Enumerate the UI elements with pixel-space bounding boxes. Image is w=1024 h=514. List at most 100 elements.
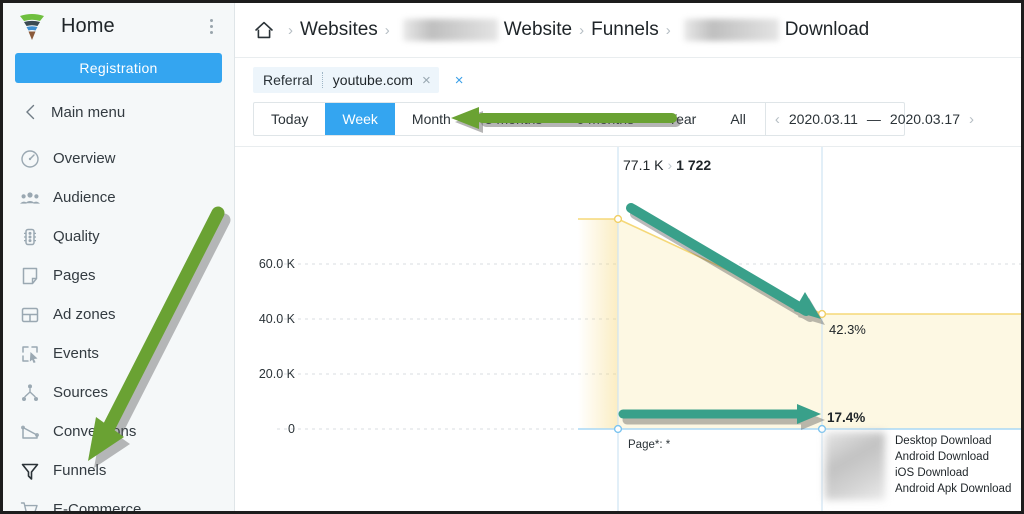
funnel-logo-icon xyxy=(15,9,49,43)
breadcrumb: › Websites › Website › Funnels › Downloa… xyxy=(235,3,1021,58)
sidebar-item-e-commerce[interactable]: E-Commerce xyxy=(3,490,234,514)
date-tab-today[interactable]: Today xyxy=(254,103,325,135)
clear-filters-icon[interactable]: × xyxy=(455,73,464,88)
next-period-icon[interactable]: › xyxy=(969,111,974,128)
range-start: 2020.03.11 xyxy=(789,111,858,127)
sidebar-nav: Overview Audience Quality Pages xyxy=(3,139,234,514)
sidebar-item-label: Ad zones xyxy=(53,306,116,323)
sidebar-item-label: E-Commerce xyxy=(53,501,141,514)
date-tab-label: Week xyxy=(342,111,378,127)
sidebar: Home Registration Main menu Overview xyxy=(3,3,235,511)
chart-value-tooltip: 77.1 K›1 722 xyxy=(623,157,711,173)
conversion-area-icon xyxy=(17,422,43,442)
app-window: Home Registration Main menu Overview xyxy=(0,0,1024,514)
filter-chip-key: Referral xyxy=(263,72,313,88)
chart-leadin-fade xyxy=(578,219,618,429)
breadcrumb-separator: › xyxy=(378,22,397,39)
conversion-percent-step3: 17.4% xyxy=(827,410,865,425)
sidebar-item-sources[interactable]: Sources xyxy=(3,373,234,412)
breadcrumb-separator: › xyxy=(572,22,591,39)
sidebar-item-label: Funnels xyxy=(53,462,106,479)
sidebar-item-funnels[interactable]: Funnels xyxy=(3,451,234,490)
date-tab-all[interactable]: All xyxy=(713,103,763,135)
page-icon xyxy=(17,266,43,286)
breadcrumb-separator: › xyxy=(281,22,300,39)
legend-entries: Desktop Download Android Download iOS Do… xyxy=(895,432,1011,497)
kebab-menu-icon[interactable] xyxy=(202,15,220,37)
main-panel: › Websites › Website › Funnels › Downloa… xyxy=(235,3,1021,511)
node-tree-icon xyxy=(17,383,43,403)
y-tick-label: 20.0 K xyxy=(235,367,295,381)
sidebar-item-label: Sources xyxy=(53,384,108,401)
sidebar-item-events[interactable]: Events xyxy=(3,334,234,373)
layout-grid-icon xyxy=(17,305,43,325)
funnel-chart: 60.0 K 40.0 K 20.0 K 0 77.1 K›1 722 42.3… xyxy=(235,146,1021,511)
tooltip-end-value: 1 722 xyxy=(676,157,711,173)
range-end: 2020.03.17 xyxy=(890,111,960,127)
sidebar-item-audience[interactable]: Audience xyxy=(3,178,234,217)
cursor-select-icon xyxy=(17,344,43,364)
legend-entry: Desktop Download xyxy=(895,434,1011,449)
date-tab-3-months[interactable]: 3 months xyxy=(468,103,560,135)
date-tab-label: Year xyxy=(668,111,696,127)
step-label-page: Page*: * xyxy=(628,439,670,451)
traffic-light-icon xyxy=(17,227,43,247)
date-tab-year[interactable]: Year xyxy=(651,103,713,135)
breadcrumb-item-website[interactable]: Website xyxy=(504,19,572,41)
sidebar-item-label: Conversions xyxy=(53,423,136,440)
filter-chip-divider xyxy=(322,72,324,88)
sidebar-item-pages[interactable]: Pages xyxy=(3,256,234,295)
breadcrumb-item-download: Download xyxy=(785,19,870,41)
funnel-filter-icon xyxy=(17,461,43,481)
date-tab-label: All xyxy=(730,111,746,127)
date-tab-month[interactable]: Month xyxy=(395,103,468,135)
legend-entry: Android Apk Download xyxy=(895,482,1011,497)
prev-period-icon[interactable]: ‹ xyxy=(775,111,780,128)
filter-chip-value: youtube.com xyxy=(333,72,413,88)
breadcrumb-item-redacted xyxy=(403,19,498,41)
breadcrumb-item-websites[interactable]: Websites xyxy=(300,19,378,41)
range-dash: — xyxy=(867,111,881,127)
main-menu-back[interactable]: Main menu xyxy=(3,91,234,133)
y-axis-labels: 60.0 K 40.0 K 20.0 K 0 xyxy=(235,147,295,511)
sidebar-item-label: Audience xyxy=(53,189,116,206)
shopping-cart-icon xyxy=(17,500,43,514)
sidebar-item-ad-zones[interactable]: Ad zones xyxy=(3,295,234,334)
chart-legend: Desktop Download Android Download iOS Do… xyxy=(825,432,1011,500)
sidebar-item-label: Events xyxy=(53,345,99,362)
sidebar-item-label: Pages xyxy=(53,267,96,284)
main-menu-label: Main menu xyxy=(51,104,125,121)
registration-label: Registration xyxy=(79,60,157,76)
filter-chip-referral[interactable]: Referral youtube.com × xyxy=(253,67,439,93)
funnel-area-fill xyxy=(618,219,1021,429)
speedometer-icon xyxy=(17,149,43,169)
people-group-icon xyxy=(17,188,43,208)
breadcrumb-item-redacted xyxy=(684,19,779,41)
date-tab-label: 3 months xyxy=(485,111,543,127)
home-icon[interactable] xyxy=(253,19,275,41)
sidebar-item-overview[interactable]: Overview xyxy=(3,139,234,178)
date-range-display: ‹ 2020.03.11 — 2020.03.17 › xyxy=(765,103,983,135)
filter-row: Referral youtube.com × × xyxy=(235,58,1021,102)
close-icon[interactable]: × xyxy=(422,73,431,88)
y-tick-label: 60.0 K xyxy=(235,257,295,271)
date-tab-6-months[interactable]: 6 months xyxy=(559,103,651,135)
sidebar-item-conversions[interactable]: Conversions xyxy=(3,412,234,451)
date-tab-label: Today xyxy=(271,111,308,127)
date-range-selector: Today Week Month 3 months 6 months Year … xyxy=(253,102,905,136)
sidebar-brand: Home xyxy=(3,3,234,49)
brand-title: Home xyxy=(61,15,115,38)
tooltip-start-value: 77.1 K xyxy=(623,157,663,173)
legend-thumbnail-redacted xyxy=(825,432,885,500)
legend-entry: iOS Download xyxy=(895,466,1011,481)
date-tab-week[interactable]: Week xyxy=(325,103,395,135)
breadcrumb-separator: › xyxy=(659,22,678,39)
registration-button[interactable]: Registration xyxy=(15,53,222,83)
legend-entry: Android Download xyxy=(895,450,1011,465)
date-tab-label: 6 months xyxy=(576,111,634,127)
y-tick-label: 40.0 K xyxy=(235,312,295,326)
breadcrumb-item-funnels[interactable]: Funnels xyxy=(591,19,659,41)
sidebar-item-quality[interactable]: Quality xyxy=(3,217,234,256)
y-tick-label: 0 xyxy=(235,422,295,436)
conversion-percent-step2: 42.3% xyxy=(829,322,866,337)
